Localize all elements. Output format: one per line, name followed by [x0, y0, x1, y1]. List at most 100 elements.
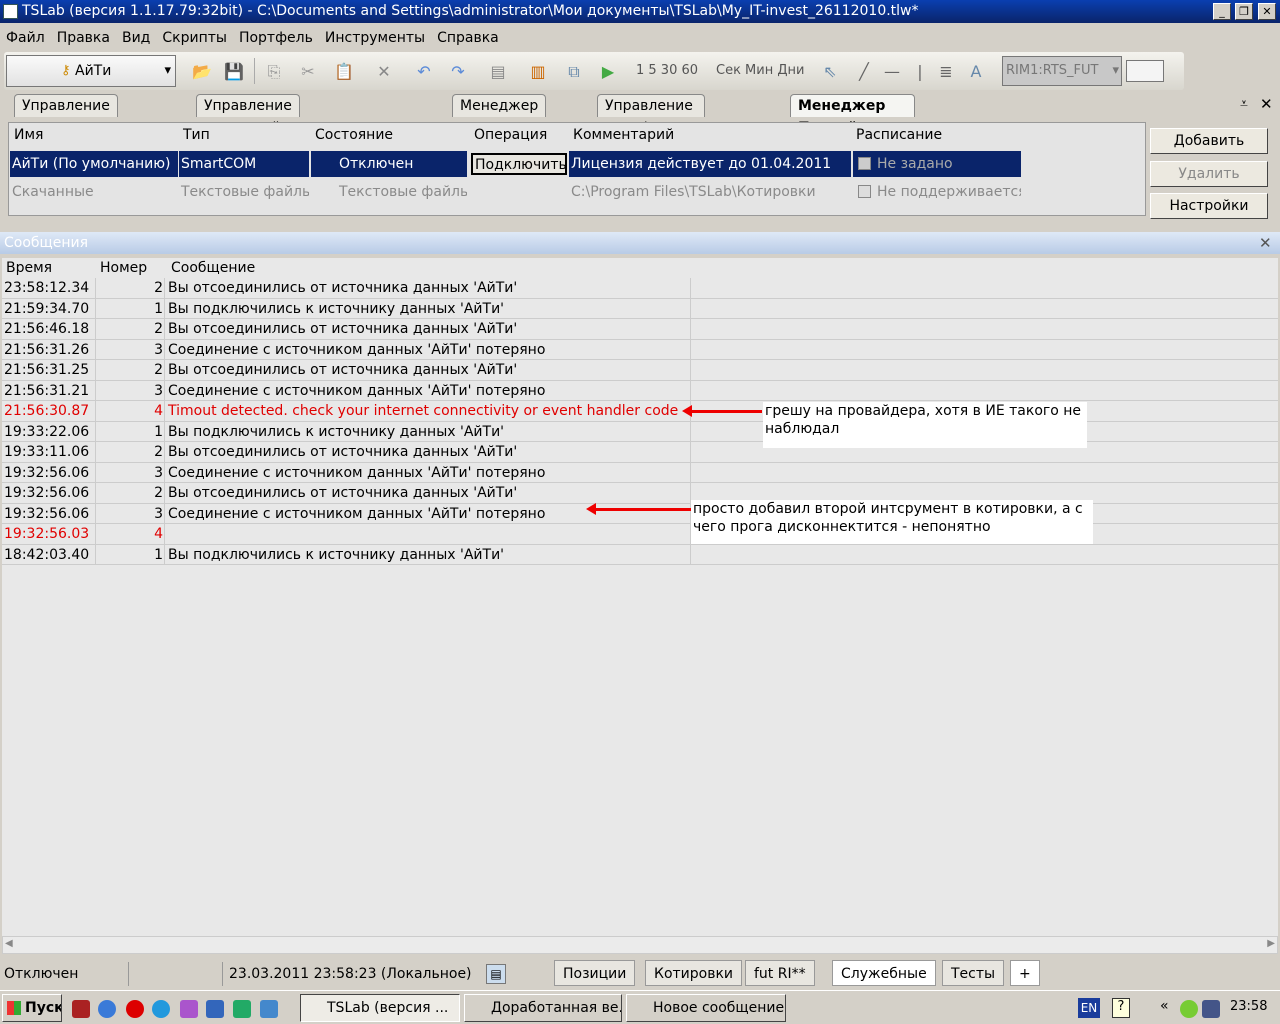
provider-state: Текстовые файлы: [339, 184, 467, 200]
text-icon[interactable]: A: [966, 62, 986, 82]
instrument-select[interactable]: RIM1:RTS_FUT ▾: [1002, 56, 1122, 86]
col-operation[interactable]: Операция: [474, 127, 547, 143]
tab-fut-ri[interactable]: fut RI**: [745, 960, 815, 986]
close-button[interactable]: ✕: [1258, 3, 1276, 20]
checkbox[interactable]: [858, 157, 871, 170]
menu-edit[interactable]: Правка: [57, 30, 110, 46]
tab-service[interactable]: Служебные: [832, 960, 936, 986]
message-text: Соединение с источником данных 'АйТи' по…: [168, 503, 691, 524]
redo-icon[interactable]: ↷: [448, 62, 468, 82]
add-tab-button[interactable]: +: [1010, 960, 1040, 986]
col-name[interactable]: Имя: [14, 127, 43, 143]
message-row[interactable]: 18:42:03.40 1 Вы подключились к источник…: [2, 544, 1278, 565]
delete-button[interactable]: Удалить: [1150, 161, 1268, 187]
tab-scripts[interactable]: Управление скриптами: [14, 94, 118, 136]
close-tab-icon[interactable]: ✕: [1260, 95, 1273, 113]
delete-icon[interactable]: ✕: [374, 62, 394, 82]
message-row[interactable]: 21:56:31.26 3 Соединение с источником да…: [2, 339, 1278, 360]
tab-portfolios[interactable]: Управление портфелями: [597, 94, 706, 136]
cut-icon[interactable]: ✂: [298, 62, 318, 82]
run-icon[interactable]: ▶: [598, 62, 618, 82]
save-icon[interactable]: 💾: [224, 62, 244, 82]
task-browser-2[interactable]: Новое сообщение...: [626, 994, 786, 1022]
arrow-annotation: [682, 405, 762, 417]
add-button[interactable]: Добавить: [1150, 128, 1268, 154]
hline-icon[interactable]: —: [882, 62, 902, 82]
undo-icon[interactable]: ↶: [414, 62, 434, 82]
message-row[interactable]: 19:32:56.06 3 Соединение с источником да…: [2, 462, 1278, 483]
connect-button[interactable]: Подключить: [471, 153, 567, 175]
opera-icon[interactable]: [126, 1000, 144, 1018]
col-schedule[interactable]: Расписание: [856, 127, 942, 143]
menu-help[interactable]: Справка: [437, 30, 499, 46]
scroll-left-icon[interactable]: ◀: [5, 938, 13, 949]
message-number: 2: [95, 442, 165, 462]
start-button[interactable]: Пуск: [2, 994, 62, 1022]
provider-schedule[interactable]: Не задано: [853, 151, 1021, 177]
tab-quotes[interactable]: Котировки: [645, 960, 743, 986]
properties-icon[interactable]: ▤: [488, 62, 508, 82]
message-row[interactable]: 21:56:46.18 2 Вы отсоединились от источн…: [2, 319, 1278, 340]
close-messages-icon[interactable]: ✕: [1259, 234, 1272, 252]
scroll-right-icon[interactable]: ▶: [1267, 938, 1275, 949]
horizontal-scrollbar[interactable]: ◀ ▶: [2, 936, 1278, 954]
col-type[interactable]: Тип: [183, 127, 210, 143]
tab-command-manager[interactable]: Менеджер команд: [452, 94, 547, 136]
menu-view[interactable]: Вид: [122, 30, 150, 46]
network-icon[interactable]: [1202, 1000, 1220, 1018]
vline-icon[interactable]: |: [910, 62, 930, 82]
settings-button[interactable]: Настройки: [1150, 193, 1268, 219]
col-state[interactable]: Состояние: [315, 127, 393, 143]
copy-icon[interactable]: ⎘: [264, 62, 284, 82]
save-quicklaunch-icon[interactable]: [72, 1000, 90, 1018]
help-icon[interactable]: ?: [1112, 998, 1130, 1018]
col-number[interactable]: Номер: [100, 258, 147, 278]
minimize-button[interactable]: _: [1213, 3, 1231, 20]
task-tslab[interactable]: TSLab (версия ...: [300, 994, 460, 1022]
menu-portfolio[interactable]: Портфель: [239, 30, 313, 46]
menu-tools[interactable]: Инструменты: [325, 30, 425, 46]
message-time: 21:56:46.18: [4, 321, 90, 337]
tab-script-trading[interactable]: Управление торговлей скриптами: [196, 94, 300, 158]
tab-menu-icon[interactable]: ⩡: [1240, 96, 1248, 112]
color-box[interactable]: [1126, 60, 1164, 82]
word-icon[interactable]: [206, 1000, 224, 1018]
message-row[interactable]: 21:59:34.70 1 Вы подключились к источник…: [2, 298, 1278, 319]
col-message[interactable]: Сообщение: [171, 258, 255, 278]
line-icon[interactable]: ╱: [854, 62, 874, 82]
message-number: 3: [95, 503, 165, 524]
message-row[interactable]: 23:58:12.34 2 Вы отсоединились от источн…: [2, 278, 1278, 299]
tab-positions[interactable]: Позиции: [554, 960, 636, 986]
ie-icon[interactable]: [98, 1000, 116, 1018]
show-hidden-icons[interactable]: «: [1160, 998, 1169, 1014]
diagram-icon[interactable]: ⧉: [564, 62, 584, 82]
fibonacci-icon[interactable]: ≣: [936, 62, 956, 82]
language-indicator[interactable]: EN: [1078, 998, 1100, 1018]
tab-tests[interactable]: Тесты: [942, 960, 1005, 986]
chart-icon[interactable]: ▥: [528, 62, 548, 82]
excel-icon[interactable]: [233, 1000, 251, 1018]
message-time: 18:42:03.40: [4, 546, 90, 563]
provider-select[interactable]: ⚷ АйТи ▾: [6, 55, 176, 87]
tab-data-providers[interactable]: Менеджер Провайдеров Данных: [790, 94, 915, 158]
unit-buttons[interactable]: Сек Мин Дни: [716, 63, 804, 78]
outlook-icon[interactable]: [260, 1000, 278, 1018]
col-time[interactable]: Время: [6, 258, 52, 278]
task-browser-1[interactable]: Доработанная ве...: [464, 994, 622, 1022]
message-text: Соединение с источником данных 'АйТи' по…: [168, 462, 691, 483]
app-icon[interactable]: [180, 1000, 198, 1018]
message-row[interactable]: 21:56:31.25 2 Вы отсоединились от источн…: [2, 360, 1278, 381]
tray-icon[interactable]: [1180, 1000, 1198, 1018]
message-row[interactable]: 21:56:31.21 3 Соединение с источником да…: [2, 380, 1278, 401]
chevron-down-icon[interactable]: ▾: [164, 63, 171, 78]
open-icon[interactable]: 📂: [192, 62, 212, 82]
maximize-button[interactable]: ❐: [1235, 3, 1253, 20]
menu-file[interactable]: Файл: [6, 30, 45, 46]
col-comment[interactable]: Комментарий: [573, 127, 674, 143]
cursor-icon[interactable]: ⇖: [820, 62, 840, 82]
menu-scripts[interactable]: Скрипты: [162, 30, 227, 46]
paste-icon[interactable]: 📋: [334, 62, 354, 82]
skype-icon[interactable]: [152, 1000, 170, 1018]
interval-buttons[interactable]: 1 5 30 60: [636, 63, 698, 78]
log-icon[interactable]: ▤: [486, 964, 506, 984]
